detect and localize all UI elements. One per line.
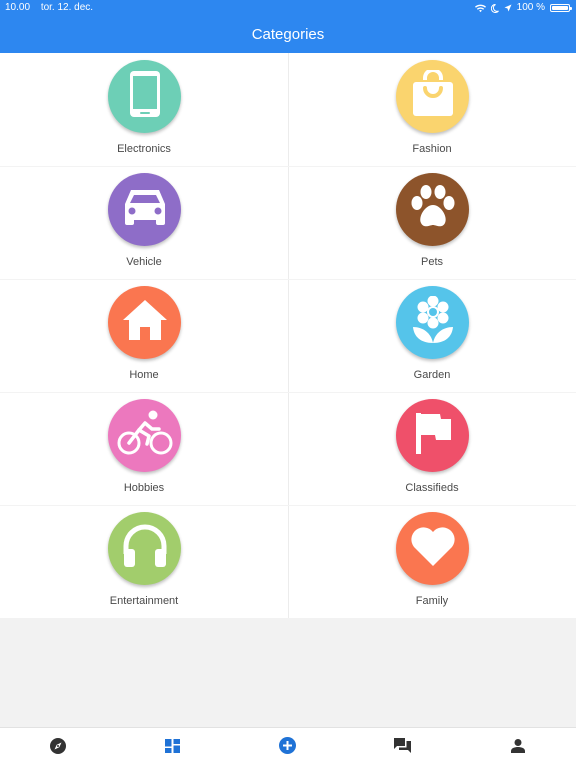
category-circle <box>108 286 181 359</box>
status-left: 10.00 tor. 12. dec. <box>5 0 101 16</box>
heart-icon <box>409 524 457 573</box>
category-label: Entertainment <box>109 595 179 607</box>
category-family[interactable]: Family <box>288 505 576 618</box>
category-circle <box>396 173 469 246</box>
tab-messages[interactable] <box>345 728 460 768</box>
battery-icon <box>550 4 572 12</box>
category-vehicle[interactable]: Vehicle <box>0 166 288 279</box>
profile-icon <box>510 738 525 758</box>
status-date: tor. 12. dec. <box>40 2 94 13</box>
category-hobbies[interactable]: Hobbies <box>0 392 288 505</box>
category-garden[interactable]: Garden <box>288 279 576 392</box>
category-grid: Electronics Fashion Vehicle Pets Home Ga… <box>0 53 576 618</box>
category-pets[interactable]: Pets <box>288 166 576 279</box>
moon-icon <box>490 3 499 13</box>
battery-fill <box>552 6 568 10</box>
category-circle <box>396 60 469 133</box>
nav-bar: Categories <box>0 16 576 53</box>
category-label: Electronics <box>117 143 171 155</box>
status-right: 100 % <box>474 0 572 16</box>
compass-icon <box>49 737 66 759</box>
category-label: Family <box>415 595 449 607</box>
dashboard-icon <box>165 738 180 758</box>
category-circle <box>108 399 181 472</box>
paw-icon <box>409 184 457 235</box>
car-icon <box>122 188 168 231</box>
category-label: Hobbies <box>123 482 165 494</box>
category-fashion[interactable]: Fashion <box>288 53 576 166</box>
category-circle <box>108 173 181 246</box>
tab-add[interactable] <box>230 728 345 768</box>
tab-bar <box>0 727 576 768</box>
flower-icon <box>411 295 455 349</box>
headphones-icon <box>122 524 168 573</box>
battery-percent: 100 % <box>516 2 545 13</box>
category-label: Fashion <box>412 143 452 155</box>
tab-profile[interactable] <box>460 728 575 768</box>
category-circle <box>108 512 181 585</box>
tab-explore[interactable] <box>0 728 115 768</box>
category-entertainment[interactable]: Entertainment <box>0 505 288 618</box>
category-label: Garden <box>413 369 451 381</box>
flag-icon <box>414 411 452 460</box>
house-icon <box>122 299 168 346</box>
status-time: 10.00 <box>5 2 31 13</box>
status-bar: 10.00 tor. 12. dec. 100 % <box>0 0 576 16</box>
category-home[interactable]: Home <box>0 279 288 392</box>
wifi-icon <box>474 4 486 13</box>
category-circle <box>396 512 469 585</box>
category-circle <box>396 399 469 472</box>
shopping-bag-icon <box>411 68 455 123</box>
tab-categories[interactable] <box>115 728 230 768</box>
category-classifieds[interactable]: Classifieds <box>288 392 576 505</box>
category-label: Pets <box>420 256 443 268</box>
cyclist-icon <box>117 410 173 461</box>
location-arrow-icon <box>504 4 512 12</box>
category-label: Classifieds <box>405 482 459 494</box>
category-label: Home <box>129 369 159 381</box>
category-circle <box>108 60 181 133</box>
page-title: Categories <box>251 26 325 43</box>
category-label: Vehicle <box>126 256 162 268</box>
category-circle <box>396 286 469 359</box>
phone-icon <box>129 70 161 123</box>
add-icon <box>279 737 296 759</box>
category-electronics[interactable]: Electronics <box>0 53 288 166</box>
chat-icon <box>394 738 411 758</box>
